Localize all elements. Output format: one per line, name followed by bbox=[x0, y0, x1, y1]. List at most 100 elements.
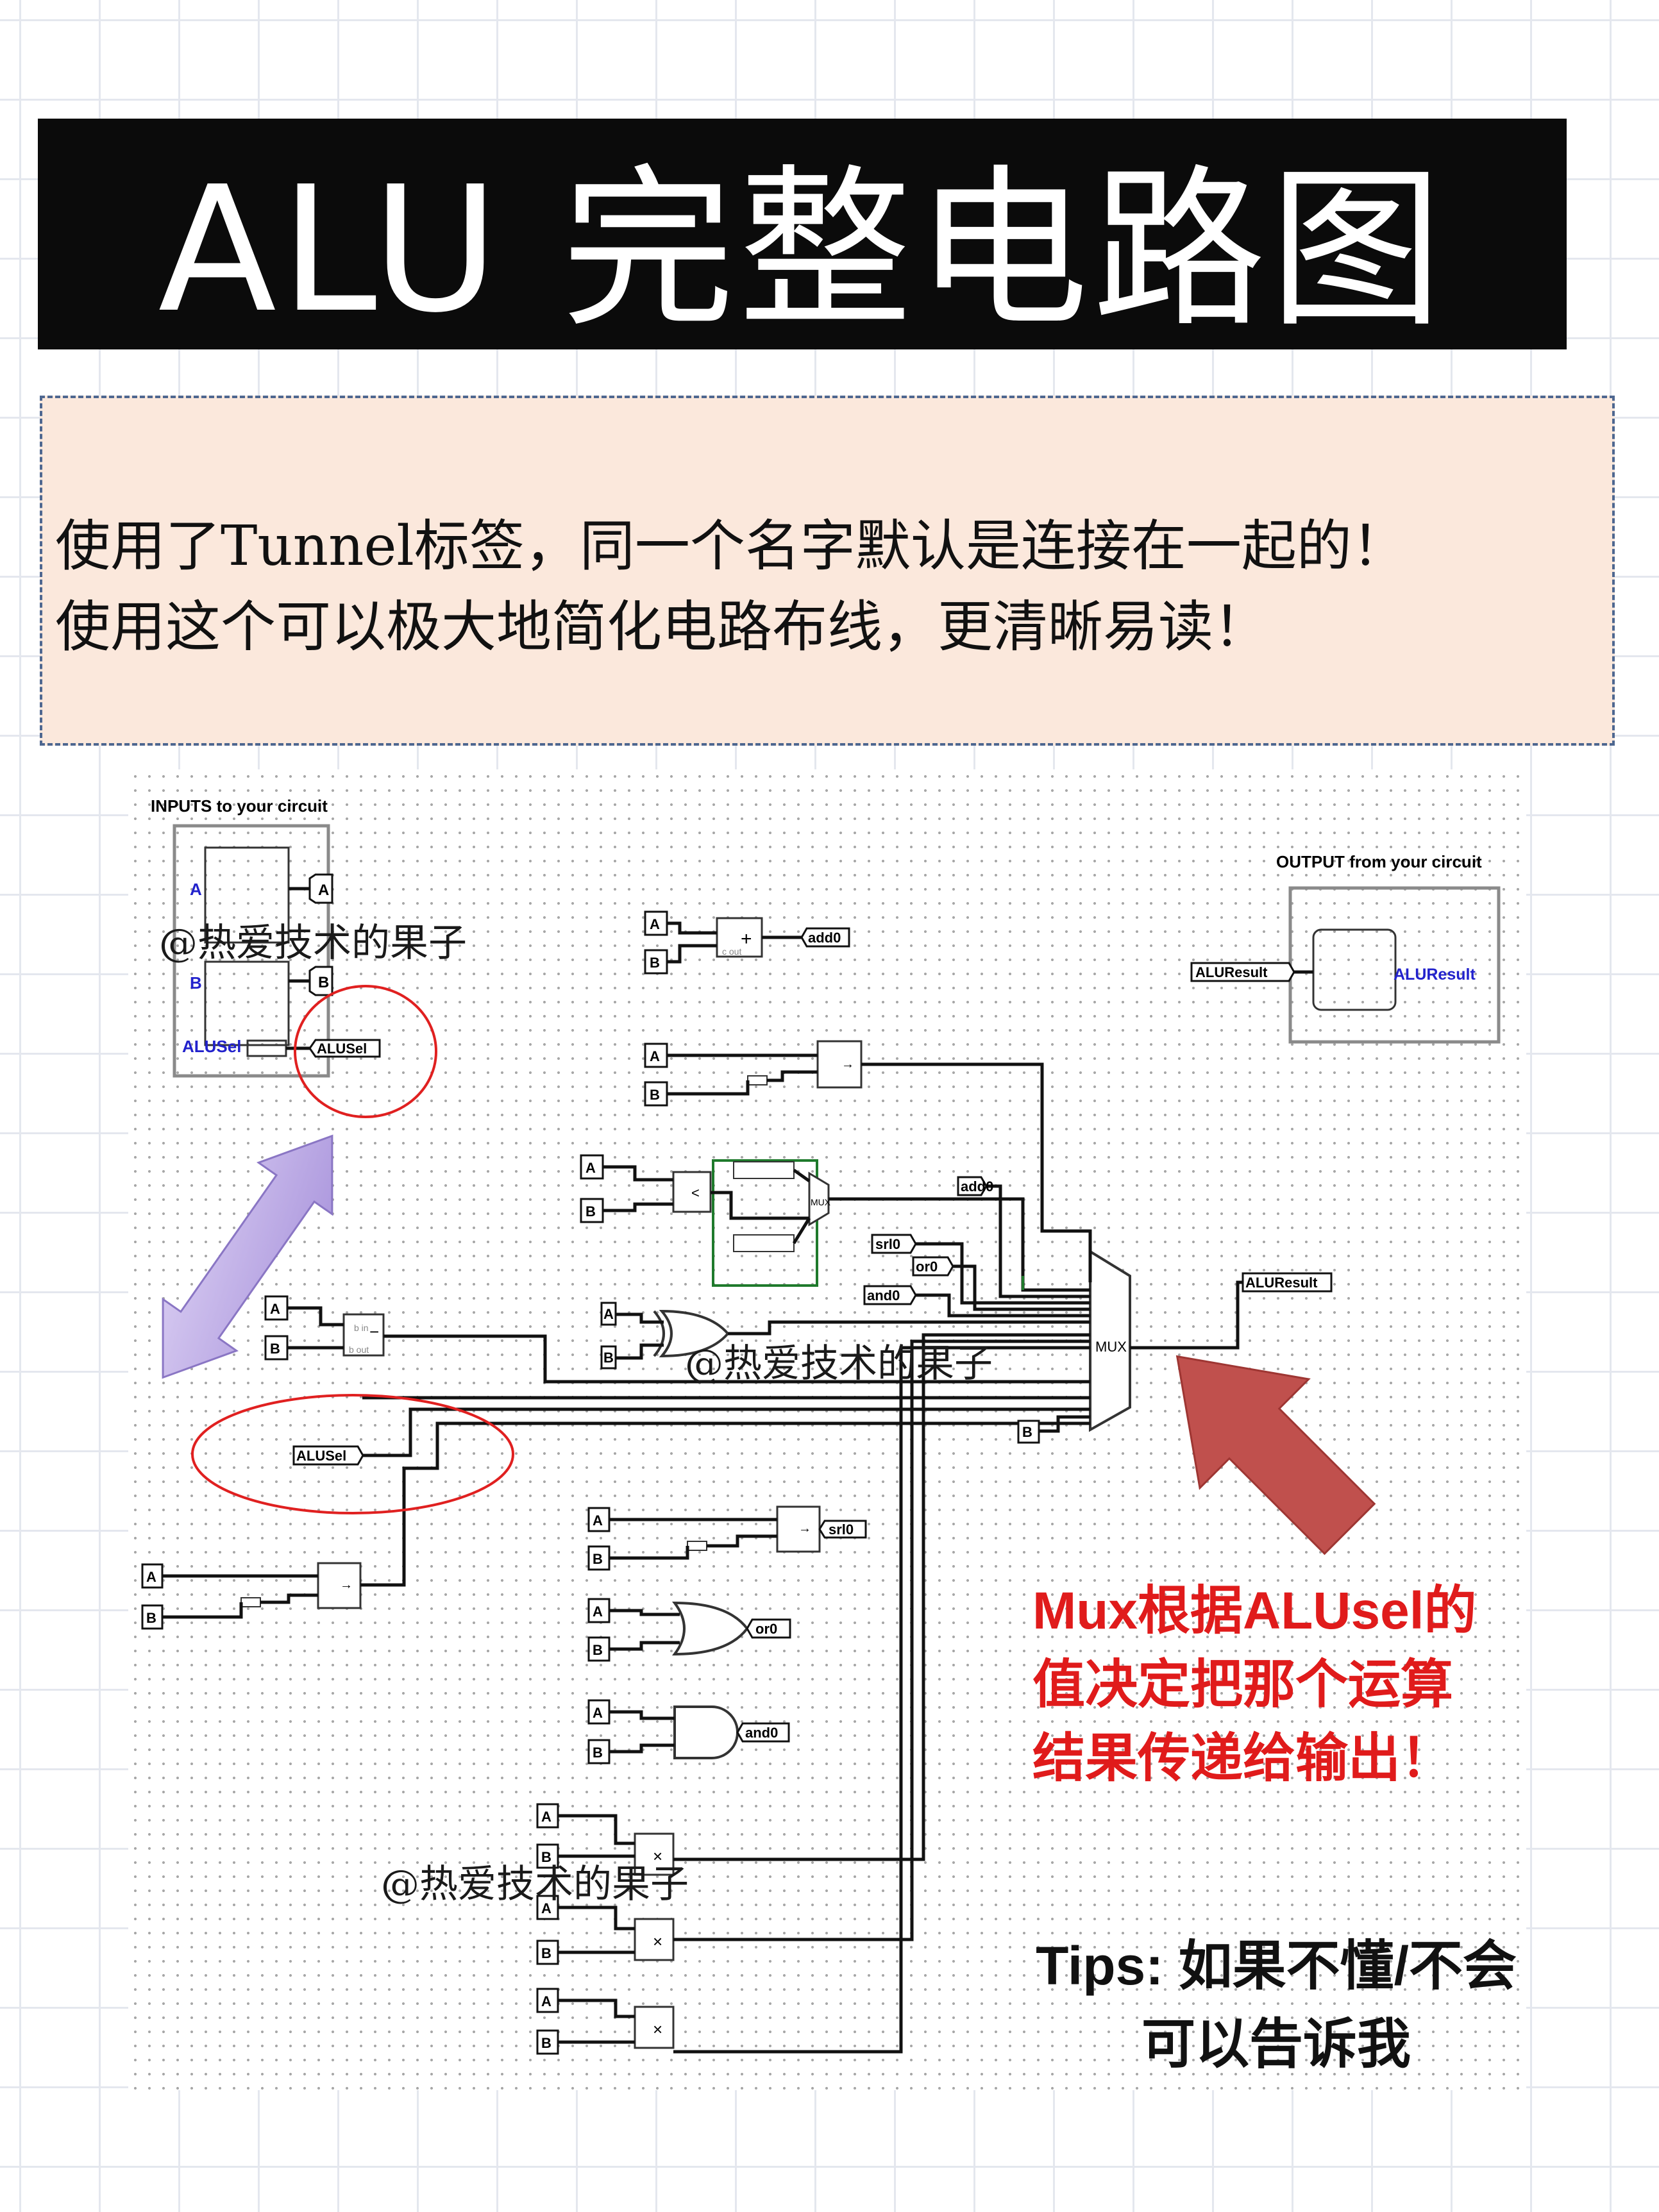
inputs-panel-title: INPUTS to your circuit bbox=[151, 796, 328, 816]
mul3-tunnel-a[interactable]: A bbox=[536, 1988, 559, 2013]
svg-text:add0: add0 bbox=[961, 1178, 993, 1194]
callout-line-1: Mux根据ALUsel的 bbox=[1032, 1582, 1477, 1640]
svg-text:B: B bbox=[593, 1745, 603, 1761]
output-aluresult-pin[interactable] bbox=[1312, 928, 1397, 1011]
mux-select-tunnel-alusel[interactable]: ALUSel bbox=[292, 1445, 364, 1466]
left-shift-tunnel-a[interactable]: A bbox=[141, 1563, 164, 1589]
input-a-label: A bbox=[190, 880, 202, 899]
comparator-symbol: < bbox=[691, 1185, 700, 1201]
note-line-2: 使用这个可以极大地简化电路布线，更清晰易读！ bbox=[55, 595, 1268, 659]
subtractor-bin: b in bbox=[354, 1323, 369, 1333]
or-tunnel-or0[interactable]: or0 bbox=[746, 1618, 791, 1639]
input-alusel-label: ALUSel bbox=[182, 1037, 241, 1056]
mul3-tunnel-b[interactable]: B bbox=[536, 2029, 559, 2055]
svg-text:srl0: srl0 bbox=[829, 1521, 854, 1538]
svg-text:B: B bbox=[541, 1945, 552, 1961]
svg-text:and0: and0 bbox=[867, 1287, 900, 1303]
shifter-tunnel-a[interactable]: A bbox=[644, 1043, 668, 1068]
red-arrow bbox=[1175, 1355, 1376, 1555]
svg-text:B: B bbox=[650, 955, 660, 971]
adder-tunnel-b[interactable]: B bbox=[644, 949, 668, 975]
page-title: ALU 完整电路图 bbox=[38, 119, 1567, 351]
splitter-top bbox=[747, 1075, 768, 1085]
svg-text:ALUSel: ALUSel bbox=[317, 1041, 367, 1057]
svg-text:A: A bbox=[270, 1301, 280, 1317]
sub-tunnel-b[interactable]: B bbox=[264, 1335, 289, 1361]
input-alusel-pin[interactable] bbox=[246, 1039, 287, 1057]
svg-text:A: A bbox=[541, 1993, 552, 2009]
and-tunnel-b[interactable]: B bbox=[587, 1739, 611, 1764]
left-shift-tunnel-b[interactable]: B bbox=[141, 1604, 164, 1630]
splitter-srl bbox=[687, 1541, 707, 1551]
outputs-panel-title: OUTPUT from your circuit bbox=[1276, 852, 1482, 871]
mux-tunnel-srl0[interactable]: srl0 bbox=[871, 1234, 917, 1254]
or-tunnel-b[interactable]: B bbox=[587, 1636, 611, 1662]
mux-tunnel-b[interactable]: B bbox=[1017, 1420, 1040, 1444]
svg-text:B: B bbox=[593, 1551, 603, 1567]
shifter-left[interactable] bbox=[317, 1562, 362, 1609]
splitter-left bbox=[240, 1597, 261, 1607]
adder-tunnel-a[interactable]: A bbox=[644, 910, 668, 936]
and-tunnel-and0[interactable]: and0 bbox=[736, 1722, 790, 1743]
panel-tunnel-alusel[interactable]: ALUSel bbox=[308, 1039, 381, 1058]
xor-tunnel-b[interactable]: B bbox=[600, 1345, 617, 1370]
or-gate[interactable] bbox=[672, 1601, 749, 1656]
mul2-tunnel-b[interactable]: B bbox=[536, 1940, 559, 1965]
svg-text:or0: or0 bbox=[755, 1621, 777, 1637]
svg-text:A: A bbox=[585, 1160, 596, 1176]
or-tunnel-a[interactable]: A bbox=[587, 1598, 611, 1623]
callout-line-2: 值决定把那个运算 bbox=[1032, 1655, 1454, 1714]
multiplier-2-x: × bbox=[653, 1932, 662, 1951]
tips-line-2: 可以告诉我 bbox=[1141, 2014, 1411, 2074]
svg-text:B: B bbox=[585, 1203, 596, 1219]
shifter-left-arrow: → bbox=[340, 1578, 353, 1592]
input-b-pin[interactable] bbox=[204, 960, 290, 1046]
slt-mux-label: MUX bbox=[811, 1197, 831, 1207]
panel-tunnel-a[interactable]: A bbox=[308, 873, 333, 904]
panel-tunnel-b[interactable]: B bbox=[308, 966, 333, 996]
mux-tunnel-or0[interactable]: or0 bbox=[912, 1256, 954, 1277]
and-tunnel-a[interactable]: A bbox=[587, 1699, 611, 1725]
shifter-top[interactable] bbox=[816, 1040, 863, 1089]
and-gate[interactable] bbox=[673, 1705, 739, 1759]
xor-tunnel-a[interactable]: A bbox=[600, 1302, 617, 1326]
mux-tunnel-aluresult[interactable]: ALUResult bbox=[1242, 1272, 1333, 1293]
srl-tunnel-b[interactable]: B bbox=[587, 1545, 611, 1571]
double-arrow-lavender bbox=[162, 1134, 333, 1379]
circuit-canvas[interactable]: INPUTS to your circuit A B ALUSel OUTPUT… bbox=[128, 769, 1526, 2090]
cmp-tunnel-a[interactable]: A bbox=[580, 1154, 604, 1180]
slt-subcircuit-frame bbox=[712, 1159, 818, 1287]
mul1-tunnel-a[interactable]: A bbox=[536, 1803, 559, 1829]
svg-text:A: A bbox=[650, 1048, 660, 1064]
output-tunnel-aluresult[interactable]: ALUResult bbox=[1190, 962, 1295, 982]
svg-text:A: A bbox=[541, 1809, 552, 1825]
tunnel-tags: A B ALUSel ALUResult A B add0 A B A B ad… bbox=[141, 873, 1333, 2055]
svg-text:A: A bbox=[593, 1705, 603, 1721]
callout-line-3: 结果传递给输出！ bbox=[1032, 1729, 1454, 1788]
svg-text:B: B bbox=[593, 1642, 603, 1658]
shifter-tunnel-b[interactable]: B bbox=[644, 1081, 668, 1107]
main-mux-label: MUX bbox=[1095, 1339, 1127, 1355]
sub-tunnel-a[interactable]: A bbox=[264, 1295, 289, 1321]
mux-tunnel-and0[interactable]: and0 bbox=[863, 1285, 917, 1305]
svg-text:B: B bbox=[146, 1610, 156, 1626]
watermark-3: @热爱技术的果子 bbox=[381, 1862, 689, 1907]
svg-text:and0: and0 bbox=[745, 1725, 778, 1741]
svg-text:or0: or0 bbox=[916, 1259, 938, 1275]
adder-tunnel-add0[interactable]: add0 bbox=[800, 927, 850, 948]
tunnel-note-box: 使用了Tunnel标签，同一个名字默认是连接在一起的！ 使用这个可以极大地简化电… bbox=[40, 396, 1615, 746]
adder-plus: + bbox=[741, 928, 752, 950]
tips-box: Tips: 如果不懂/不会 可以告诉我 bbox=[1000, 1927, 1552, 2083]
svg-text:B: B bbox=[541, 2035, 552, 2051]
srl-tunnel-a[interactable]: A bbox=[587, 1507, 611, 1532]
input-b-label: B bbox=[190, 973, 202, 993]
svg-text:B: B bbox=[650, 1087, 660, 1103]
mux-tunnel-add0[interactable]: add0 bbox=[957, 1176, 993, 1196]
circuit-diagram: INPUTS to your circuit A B ALUSel OUTPUT… bbox=[141, 796, 1501, 2055]
svg-text:ALUResult: ALUResult bbox=[1245, 1275, 1318, 1291]
svg-text:A: A bbox=[593, 1604, 603, 1620]
watermark-1: @热爱技术的果子 bbox=[159, 921, 467, 966]
tips-line-1: Tips: 如果不懂/不会 bbox=[1036, 1936, 1517, 1996]
srl-tunnel-srl0[interactable]: srl0 bbox=[818, 1520, 867, 1539]
cmp-tunnel-b[interactable]: B bbox=[580, 1198, 604, 1223]
